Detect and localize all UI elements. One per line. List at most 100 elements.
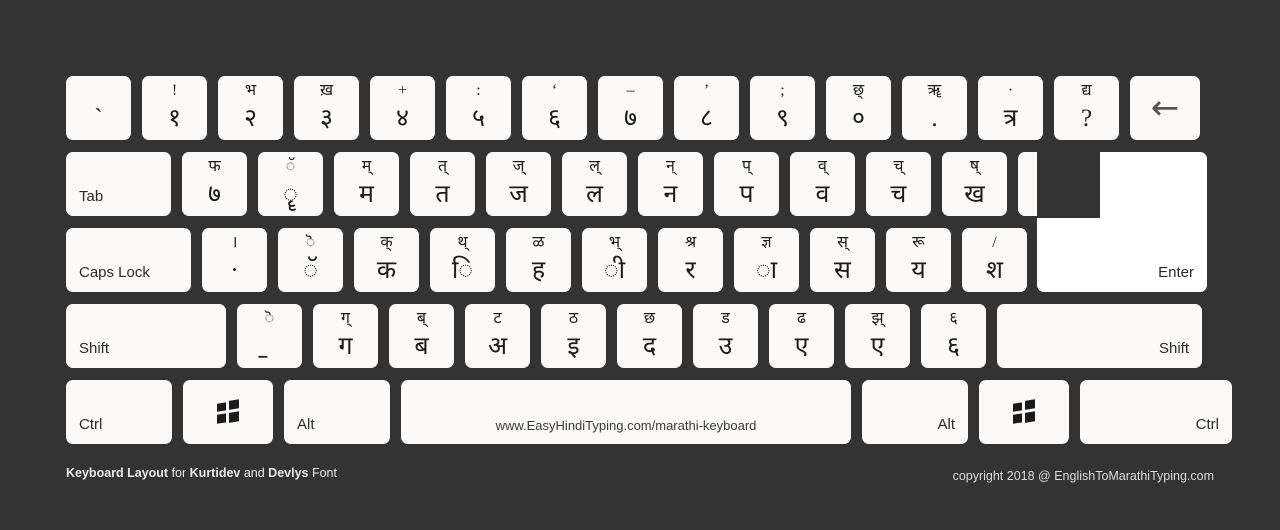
key-label: Enter [1158,264,1194,281]
key-slash[interactable]: ६ ६ [921,304,986,368]
key-9[interactable]: ; ९ [750,76,815,140]
key-glyph-bottom: र [685,257,696,284]
key-s[interactable]: ॆ ॅ [278,228,343,292]
key-label: Caps Lock [79,264,150,281]
key-v[interactable]: ट अ [465,304,530,368]
key-caps-lock[interactable]: Caps Lock [66,228,191,292]
key-glyph-bottom: ख [964,181,985,208]
key-i[interactable]: प् प [714,152,779,216]
key-glyph-bottom: प [739,181,754,208]
key-label: Ctrl [1195,416,1219,433]
key-tab[interactable]: Tab [66,152,171,216]
footer-copyright: copyright 2018 @ EnglishToMarathiTyping.… [952,469,1214,483]
key-q[interactable]: फ ७ [182,152,247,216]
key-t[interactable]: ज् ज [486,152,551,216]
key-b[interactable]: ठ इ [541,304,606,368]
key-glyph-top: ! [171,82,178,99]
key-glyph-top: ॠ [927,82,942,99]
key-glyph-bottom: च [890,181,907,208]
key-comma[interactable]: ढ ए [769,304,834,368]
key-glyph-top: छ् [852,82,865,99]
key-glyph-bottom: म [359,181,374,208]
key-glyph-bottom: ६ [547,105,561,132]
key-period[interactable]: झ् ए [845,304,910,368]
key-alt-right[interactable]: Alt [862,380,968,444]
key-glyph-top: ड [721,310,730,327]
key-glyph-top: थ् [457,234,468,251]
key-y[interactable]: ल् ल [562,152,627,216]
key-glyph-bottom: ॒ [237,334,302,359]
key-glyph-top: ल् [589,158,600,175]
key-glyph-bottom: ६ [946,333,960,360]
key-glyph-bottom: ३ [319,105,333,132]
key-windows-left[interactable] [183,380,273,444]
key-n[interactable]: छ द [617,304,682,368]
key-glyph-bottom: ज [509,181,528,208]
key-glyph-bottom: ह [531,257,546,284]
key-6[interactable]: ‘ ६ [522,76,587,140]
key-semicolon[interactable]: रू य [886,228,951,292]
key-ctrl-left[interactable]: Ctrl [66,380,172,444]
key-l[interactable]: स् स [810,228,875,292]
key-equal[interactable]: · त्र [978,76,1043,140]
key-space[interactable]: www.EasyHindiTyping.com/marathi-keyboard [401,380,851,444]
key-glyph-top: – [626,82,635,99]
key-bracket-left[interactable]: ष् ख [942,152,1007,216]
key-u[interactable]: न् न [638,152,703,216]
windows-logo-icon [1013,399,1035,424]
key-1[interactable]: ! १ [142,76,207,140]
windows-logo-icon [217,399,239,424]
key-glyph-bottom: द [642,333,657,360]
key-z[interactable]: ॆ ॒ [237,304,302,368]
key-glyph-bottom: ी [603,257,626,284]
key-e[interactable]: म् म [334,152,399,216]
key-c[interactable]: ब् ब [389,304,454,368]
key-backquote[interactable]: ` [66,76,131,140]
key-o[interactable]: व् व [790,152,855,216]
key-0[interactable]: छ् ० [826,76,891,140]
key-quote[interactable]: / श [962,228,1027,292]
key-glyph-bottom: ५ [471,105,485,132]
key-r[interactable]: त् त [410,152,475,216]
key-x[interactable]: ग् ग [313,304,378,368]
key-p[interactable]: च् च [866,152,931,216]
key-shift-left[interactable]: Shift [66,304,226,368]
key-glyph-bottom: ि [451,257,474,284]
key-a[interactable]: । · [202,228,267,292]
key-slash-extra[interactable]: द्य ? [1054,76,1119,140]
key-backspace[interactable]: ← [1130,76,1200,140]
footer-caption-suffix: Font [308,466,337,480]
key-glyph-top: ख़ [319,82,334,99]
key-glyph-top: ळ [532,234,545,251]
key-7[interactable]: – ७ [598,76,663,140]
key-h[interactable]: भ् ी [582,228,647,292]
key-windows-right[interactable] [979,380,1069,444]
key-2[interactable]: भ २ [218,76,283,140]
key-glyph-top: ज् [512,158,525,175]
footer-caption-title: Keyboard Layout [66,466,169,480]
key-minus[interactable]: ॠ . [902,76,967,140]
key-d[interactable]: क् क [354,228,419,292]
key-shift-right[interactable]: Shift [997,304,1202,368]
key-ctrl-right[interactable]: Ctrl [1080,380,1232,444]
key-k[interactable]: ज्ञ ा [734,228,799,292]
key-f[interactable]: थ् ि [430,228,495,292]
key-3[interactable]: ख़ ३ [294,76,359,140]
key-8[interactable]: ’ ८ [674,76,739,140]
key-glyph-bottom: इ [567,333,580,360]
key-m[interactable]: ड उ [693,304,758,368]
footer-caption-mid1: for [168,466,190,480]
key-glyph-bottom: १ [167,105,181,132]
key-label: Alt [297,416,315,433]
key-glyph-bottom: अ [487,333,508,360]
key-4[interactable]: + ४ [370,76,435,140]
key-glyph-top: प् [741,158,752,175]
key-glyph-top: क् [380,234,393,251]
key-g[interactable]: ळ ह [506,228,571,292]
key-5[interactable]: : ५ [446,76,511,140]
key-j[interactable]: श्र र [658,228,723,292]
enter-notch [1037,152,1100,218]
key-w[interactable]: ॅ ॄ [258,152,323,216]
key-label: Alt [937,416,955,433]
key-alt-left[interactable]: Alt [284,380,390,444]
